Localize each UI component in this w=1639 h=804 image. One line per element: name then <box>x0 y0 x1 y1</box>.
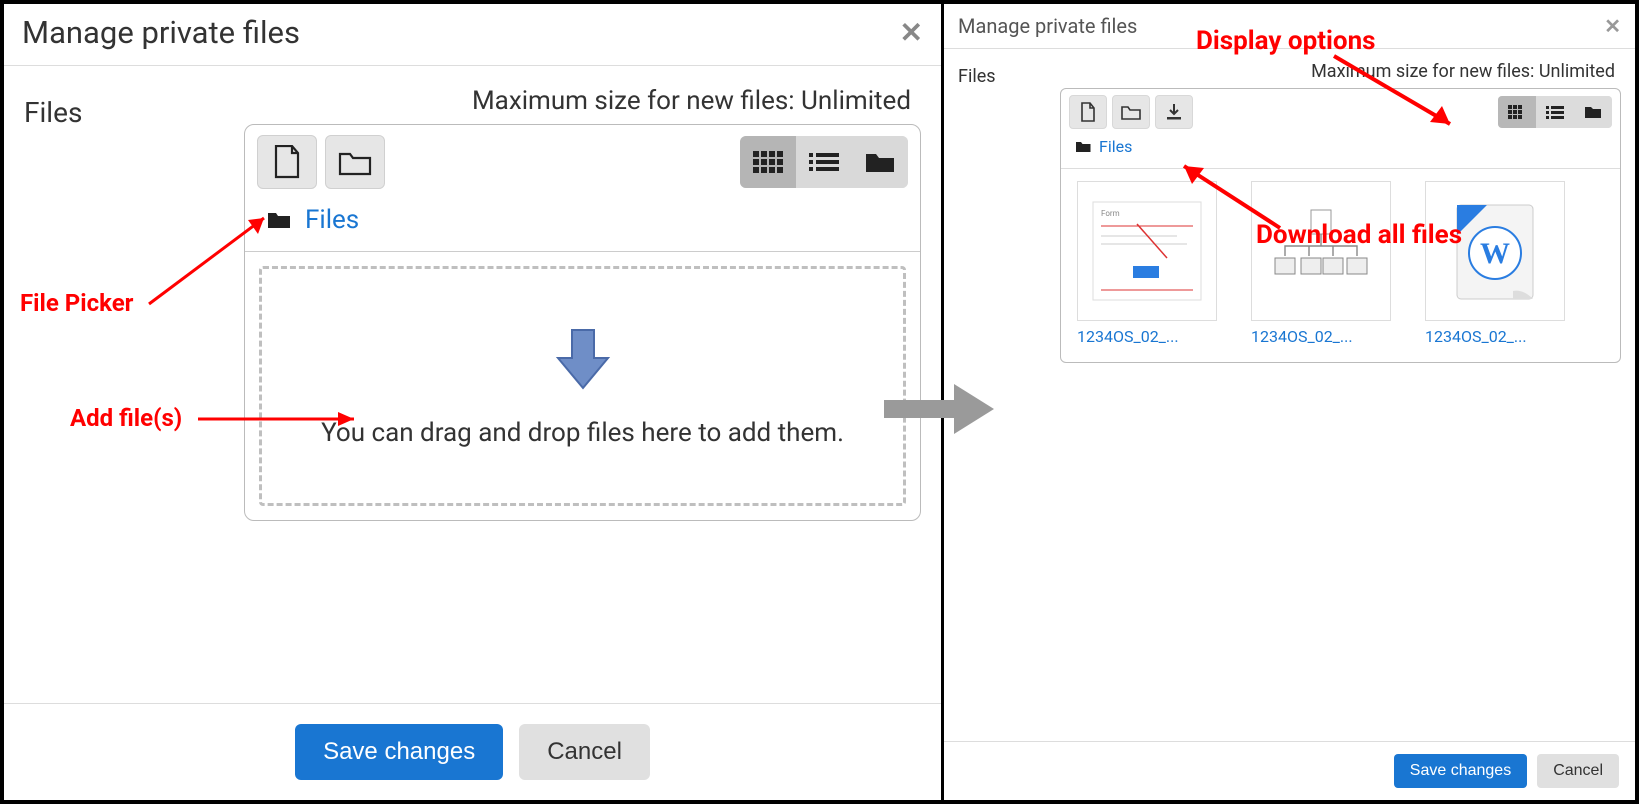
folder-solid-icon <box>1075 140 1091 153</box>
add-file-button[interactable] <box>257 135 317 189</box>
drop-text: You can drag and drop files here to add … <box>321 418 844 448</box>
svg-text:Form: Form <box>1101 209 1120 218</box>
max-size-text: Maximum size for new files: Unlimited <box>1060 61 1621 82</box>
breadcrumb-root-link[interactable]: Files <box>1099 137 1132 156</box>
download-all-button[interactable] <box>1155 95 1193 129</box>
files-field-label: Files <box>24 96 224 129</box>
dialog-header: Manage private files ✕ <box>4 4 941 66</box>
breadcrumb-root-link[interactable]: Files <box>305 205 359 235</box>
file-name[interactable]: 1234OS_02_... <box>1077 327 1227 346</box>
view-list-button[interactable] <box>796 136 852 188</box>
list-icon <box>809 151 839 173</box>
file-item[interactable]: W 1234OS_02_... <box>1425 181 1575 346</box>
create-folder-button[interactable] <box>1112 95 1150 129</box>
file-thumbnail: Form <box>1077 181 1217 321</box>
dialog-header: Manage private files ✕ <box>944 4 1635 49</box>
download-arrow-icon <box>548 324 618 394</box>
folder-solid-icon <box>865 150 895 174</box>
cancel-button[interactable]: Cancel <box>1537 754 1619 788</box>
svg-text:W: W <box>1480 237 1510 270</box>
add-file-button[interactable] <box>1069 95 1107 129</box>
file-item[interactable]: 1234OS_02_... <box>1251 181 1401 346</box>
save-button[interactable]: Save changes <box>295 724 503 780</box>
file-name[interactable]: 1234OS_02_... <box>1251 327 1401 346</box>
folder-solid-icon <box>1584 105 1602 119</box>
view-tree-button[interactable] <box>852 136 908 188</box>
breadcrumb: Files <box>245 197 920 251</box>
close-icon[interactable]: ✕ <box>1604 14 1621 38</box>
file-grid: Form 1234OS_02_... 1234OS_02_... <box>1061 168 1620 362</box>
dialog-right: Manage private files ✕ Files Maximum siz… <box>944 4 1635 800</box>
dialog-title: Manage private files <box>958 14 1137 38</box>
list-icon <box>1546 105 1564 119</box>
folder-solid-icon <box>267 210 291 230</box>
save-button[interactable]: Save changes <box>1394 754 1527 788</box>
file-manager: Files You can drag and drop files here t… <box>244 124 921 521</box>
transition-arrow-icon <box>884 374 994 444</box>
folder-outline-icon <box>1121 104 1141 120</box>
cancel-button[interactable]: Cancel <box>519 724 650 780</box>
view-list-button[interactable] <box>1536 96 1574 128</box>
files-field-label: Files <box>958 66 1048 87</box>
file-manager: Files Form 1234OS_02_... <box>1060 88 1621 363</box>
close-icon[interactable]: ✕ <box>900 16 923 49</box>
file-item[interactable]: Form 1234OS_02_... <box>1077 181 1227 346</box>
create-folder-button[interactable] <box>325 135 385 189</box>
view-icons-button[interactable] <box>1498 96 1536 128</box>
file-name[interactable]: 1234OS_02_... <box>1425 327 1575 346</box>
view-icons-button[interactable] <box>740 136 796 188</box>
file-thumbnail: W <box>1425 181 1565 321</box>
max-size-text: Maximum size for new files: Unlimited <box>244 86 921 116</box>
dialog-title: Manage private files <box>22 14 300 51</box>
grid-icon <box>1508 105 1526 119</box>
download-icon <box>1165 103 1183 121</box>
file-thumbnail <box>1251 181 1391 321</box>
file-icon <box>1080 102 1096 122</box>
dialog-left: Manage private files ✕ Files Maximum siz… <box>4 4 944 800</box>
file-icon <box>273 145 301 179</box>
view-tree-button[interactable] <box>1574 96 1612 128</box>
grid-icon <box>753 151 783 173</box>
breadcrumb: Files <box>1061 133 1620 164</box>
drop-zone[interactable]: You can drag and drop files here to add … <box>259 266 906 506</box>
folder-outline-icon <box>338 148 372 176</box>
